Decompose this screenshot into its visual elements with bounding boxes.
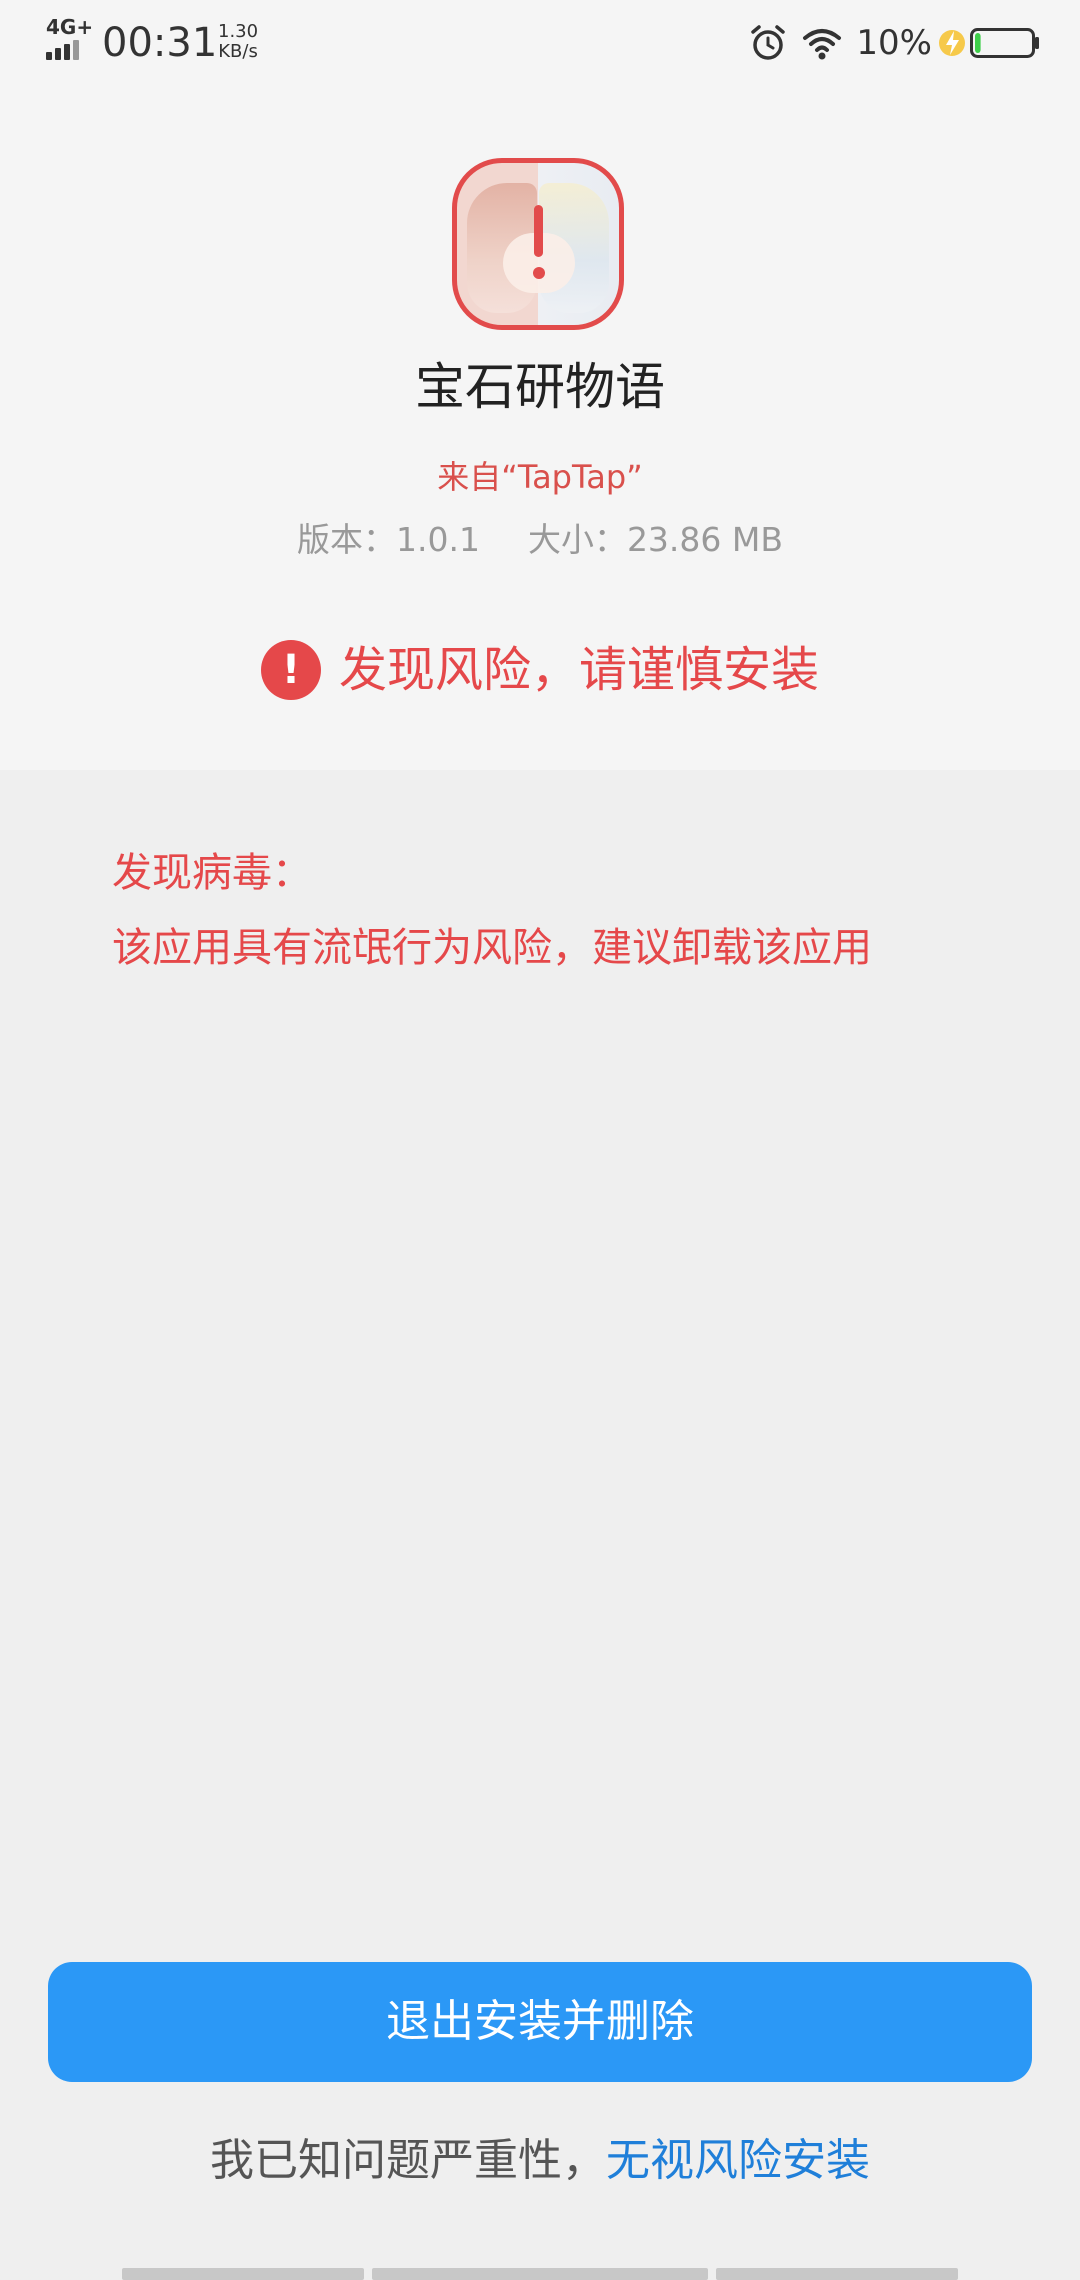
warning-exclamation-icon <box>534 205 543 257</box>
exit-install-delete-button[interactable]: 退出安装并删除 <box>48 1962 1032 2082</box>
virus-detected-description: 该应用具有流氓行为风险，建议卸载该应用 <box>112 925 872 971</box>
app-source: 来自“TapTap” <box>437 458 643 496</box>
warning-circle-icon: ! <box>260 640 321 700</box>
network-type: 4G+ <box>46 15 94 39</box>
nav-pill-right[interactable] <box>716 2268 958 2280</box>
status-time: 00:31 <box>102 20 218 66</box>
alarm-icon <box>751 25 786 60</box>
ignore-risk-line: 我已知问题严重性，无视风险安装 <box>0 2130 1080 2192</box>
signal-icon: 4G+ <box>46 15 94 60</box>
app-version: 版本：1.0.1 <box>296 520 480 559</box>
ignore-risk-prefix: 我已知问题严重性， <box>210 2135 606 2186</box>
speed-unit: KB/s <box>218 41 258 62</box>
app-meta: 版本：1.0.1 大小：23.86 MB <box>0 518 1080 562</box>
status-bar: 4G+ 00:31 1.30 KB/s 10% <box>0 0 1080 86</box>
app-size: 大小：23.86 MB <box>527 520 784 559</box>
app-name: 宝石研物语 <box>415 358 665 416</box>
nav-pill-left[interactable] <box>122 2268 364 2280</box>
virus-detected-title: 发现病毒： <box>112 850 312 896</box>
wifi-icon <box>803 29 842 60</box>
nav-pill-center[interactable] <box>372 2268 708 2280</box>
charging-icon <box>939 30 965 56</box>
navigation-bar <box>0 2268 1080 2280</box>
app-icon <box>452 158 624 330</box>
network-speed: 1.30 KB/s <box>218 22 258 62</box>
status-icons: 10% <box>748 20 1040 66</box>
battery-icon <box>970 28 1039 58</box>
speed-value: 1.30 <box>218 21 259 42</box>
ignore-risk-install-link[interactable]: 无视风险安装 <box>606 2135 870 2186</box>
risk-message: 发现风险，请谨慎安装 <box>338 642 819 698</box>
risk-warning: ! 发现风险，请谨慎安装 <box>0 635 1080 705</box>
battery-percent: 10% <box>856 23 932 63</box>
